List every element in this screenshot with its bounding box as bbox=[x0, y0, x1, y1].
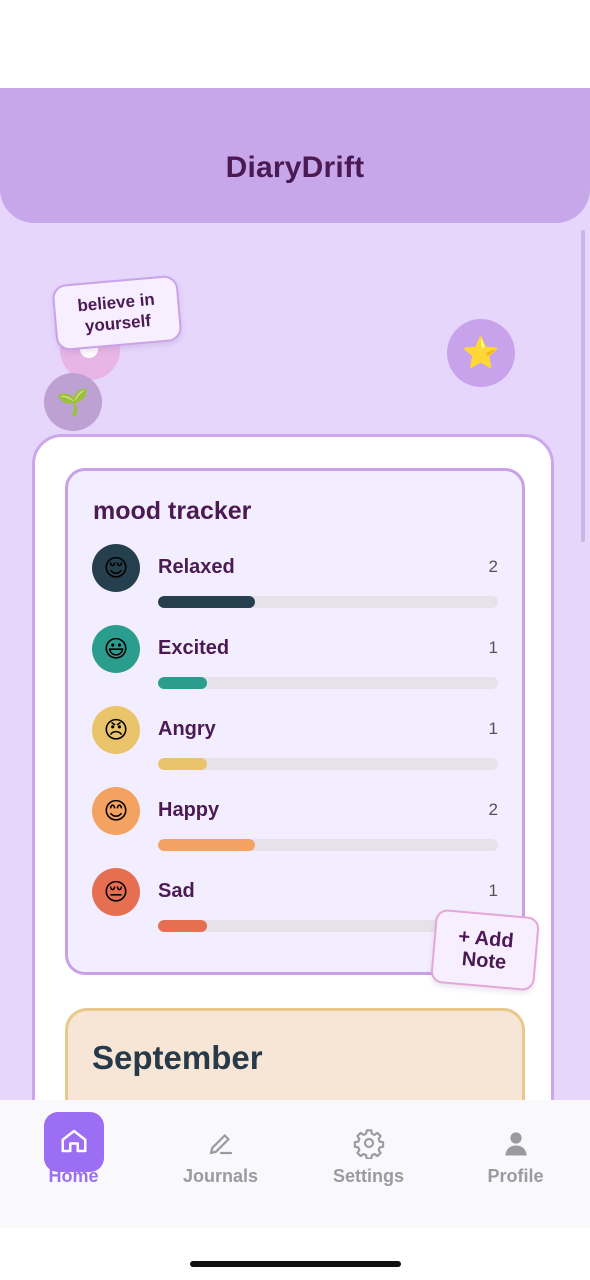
tab-label: Profile bbox=[487, 1166, 544, 1186]
app-title: DiaryDrift bbox=[225, 151, 365, 184]
sad-face-icon: 😔 bbox=[92, 868, 140, 916]
bottom-tab-bar: Home Journals Settings Profile bbox=[0, 1100, 590, 1228]
mood-count: 1 bbox=[488, 881, 498, 900]
mood-progress-track bbox=[158, 839, 498, 851]
bottom-safe-area bbox=[0, 1228, 590, 1280]
home-indicator[interactable] bbox=[190, 1261, 401, 1267]
pencil-icon bbox=[204, 1126, 238, 1160]
mood-label: Angry bbox=[158, 718, 216, 740]
gear-icon bbox=[352, 1126, 386, 1160]
mood-progress-fill bbox=[158, 596, 256, 608]
mood-progress-fill bbox=[158, 839, 256, 851]
mood-progress-fill bbox=[158, 758, 207, 770]
mood-tracker-panel: mood tracker 😌 Relaxed 2 😃 Excited 1 😠 A… bbox=[65, 468, 525, 975]
star-icon: ⭐ bbox=[447, 319, 515, 387]
mood-progress-fill bbox=[158, 920, 207, 932]
mood-row-relaxed: 😌 Relaxed 2 bbox=[68, 544, 522, 614]
tab-label: Journals bbox=[182, 1166, 259, 1186]
sprout-icon: 🌱 bbox=[44, 373, 102, 431]
mood-count: 2 bbox=[488, 800, 498, 819]
mood-tracker-title: mood tracker bbox=[93, 497, 252, 525]
mood-count: 2 bbox=[488, 557, 498, 576]
mood-row-angry: 😠 Angry 1 bbox=[68, 706, 522, 776]
mood-progress-track bbox=[158, 677, 498, 689]
mood-label: Sad bbox=[158, 880, 195, 902]
mood-count: 1 bbox=[488, 719, 498, 738]
excited-face-icon: 😃 bbox=[92, 625, 140, 673]
tab-profile[interactable]: Profile bbox=[442, 1100, 589, 1228]
mood-label: Happy bbox=[158, 799, 220, 821]
mood-progress-track bbox=[158, 596, 498, 608]
home-icon bbox=[57, 1124, 91, 1158]
calendar-panel: September bbox=[65, 1008, 525, 1100]
tab-home[interactable]: Home bbox=[0, 1100, 147, 1228]
app-background: DiaryDrift believe in yourself ⭐ 🌱 mood … bbox=[0, 88, 590, 1100]
mood-progress-track bbox=[158, 758, 498, 770]
calendar-month-title: September bbox=[92, 1039, 263, 1076]
add-note-button[interactable]: + Add Note bbox=[429, 908, 541, 992]
app-header: DiaryDrift bbox=[0, 88, 590, 223]
tab-settings[interactable]: Settings bbox=[295, 1100, 442, 1228]
mood-count: 1 bbox=[488, 638, 498, 657]
mood-row-excited: 😃 Excited 1 bbox=[68, 625, 522, 695]
tab-label: Settings bbox=[332, 1166, 404, 1186]
angry-face-icon: 😠 bbox=[92, 706, 140, 754]
scrollbar[interactable] bbox=[581, 230, 585, 542]
tab-journals[interactable]: Journals bbox=[147, 1100, 294, 1228]
mood-label: Relaxed bbox=[158, 556, 235, 578]
relaxed-face-icon: 😌 bbox=[92, 544, 140, 592]
tab-label: Home bbox=[48, 1166, 99, 1186]
happy-face-icon: 😊 bbox=[92, 787, 140, 835]
status-bar-area bbox=[0, 0, 590, 88]
motivation-sticker: believe in yourself bbox=[51, 274, 183, 352]
person-icon bbox=[499, 1126, 533, 1160]
mood-row-happy: 😊 Happy 2 bbox=[68, 787, 522, 857]
mood-progress-fill bbox=[158, 677, 207, 689]
mood-label: Excited bbox=[158, 637, 230, 659]
